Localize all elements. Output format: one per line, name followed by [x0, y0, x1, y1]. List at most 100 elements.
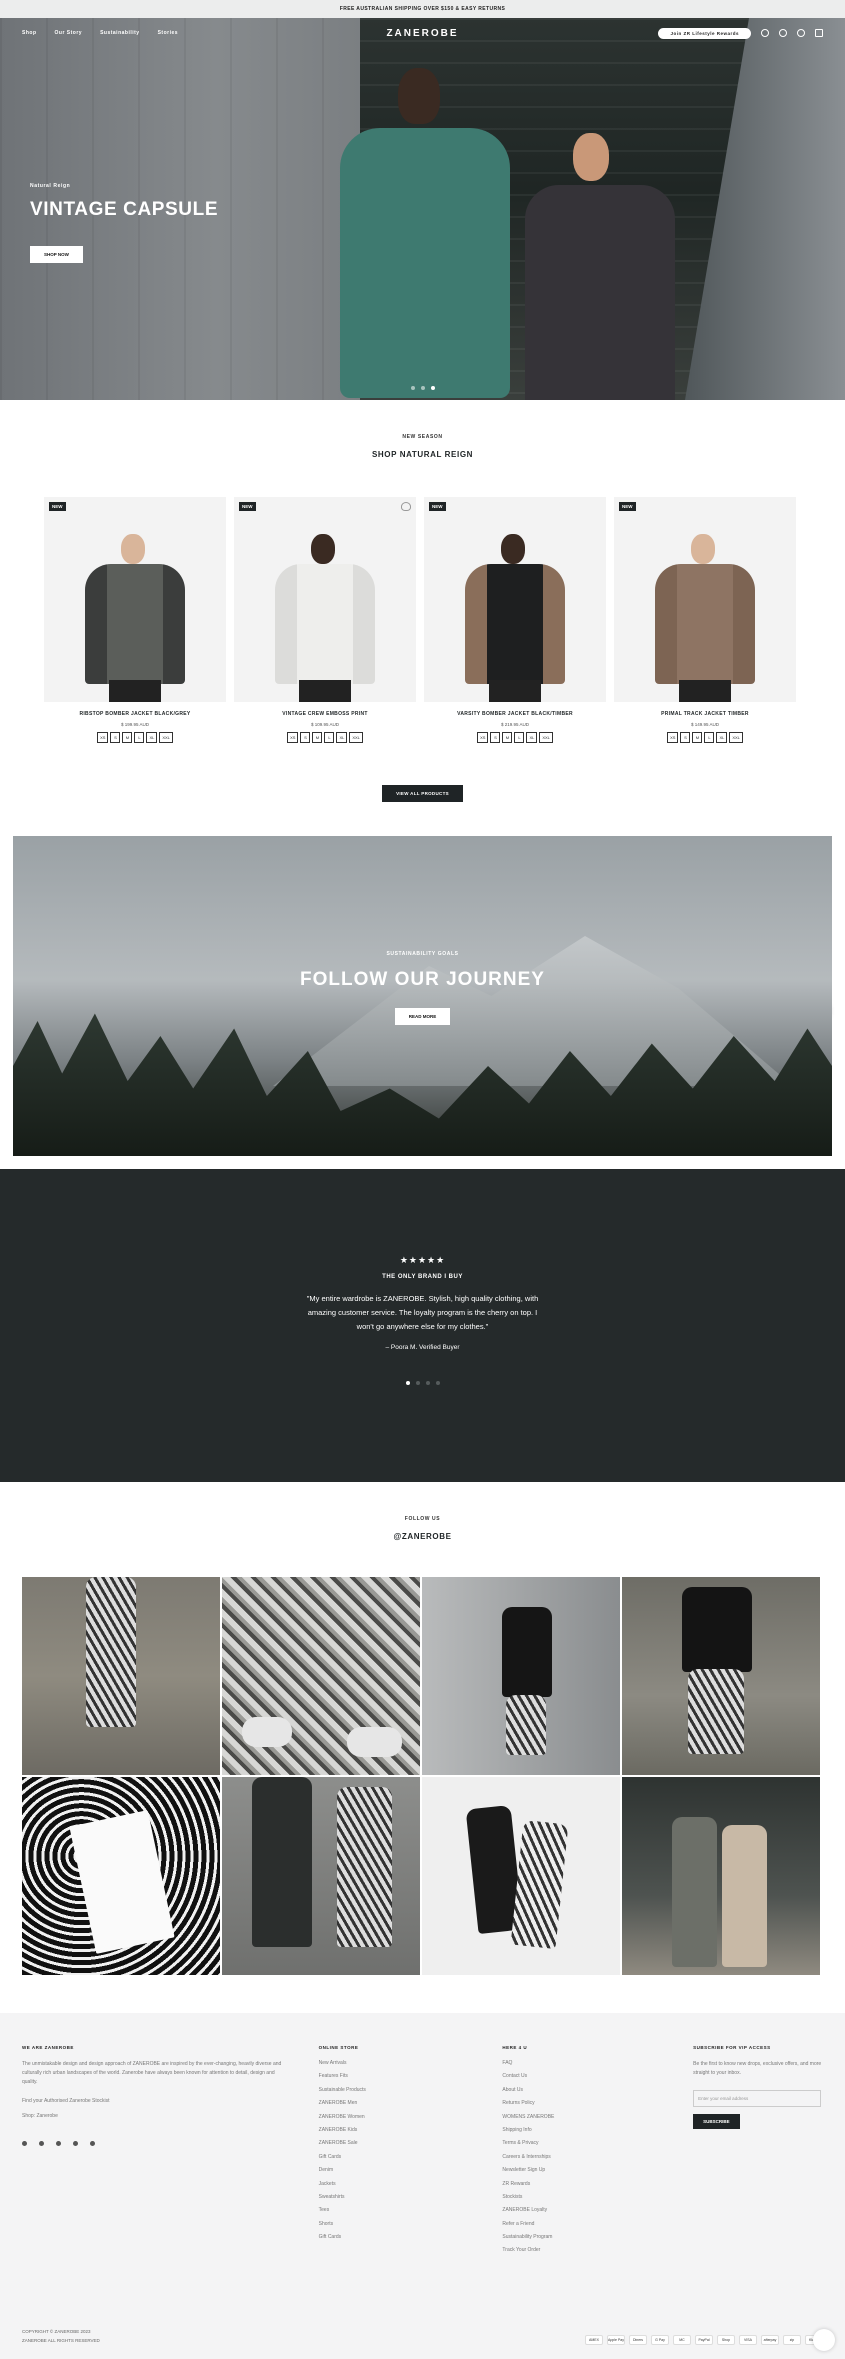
footer-link[interactable]: ZR Rewards: [502, 2181, 693, 2187]
instagram-post[interactable]: [22, 1577, 220, 1775]
footer-link[interactable]: Gift Cards: [319, 2154, 503, 2160]
size-option[interactable]: XXL: [539, 732, 553, 743]
footer-link[interactable]: Newsletter Sign Up: [502, 2167, 693, 2173]
footer-link[interactable]: Sweatshirts: [319, 2194, 503, 2200]
brand-logo[interactable]: ZANEROBE: [386, 28, 458, 39]
product-card[interactable]: NEW VINTAGE CREW EMBOSS PRINT $ 109.95 A…: [234, 497, 416, 743]
instagram-post[interactable]: [222, 1577, 420, 1775]
size-option[interactable]: M: [312, 732, 323, 743]
footer-link[interactable]: Stockists: [502, 2194, 693, 2200]
product-card[interactable]: NEW VARSITY BOMBER JACKET BLACK/TIMBER $…: [424, 497, 606, 743]
footer-link[interactable]: Jackets: [319, 2181, 503, 2187]
footer-link[interactable]: ZANEROBE Kids: [319, 2127, 503, 2133]
size-option[interactable]: XXL: [729, 732, 743, 743]
size-option[interactable]: XL: [336, 732, 348, 743]
product-image[interactable]: NEW: [44, 497, 226, 702]
search-icon[interactable]: [797, 29, 805, 37]
size-option[interactable]: M: [692, 732, 703, 743]
product-card[interactable]: NEW RIBSTOP BOMBER JACKET BLACK/GREY $ 1…: [44, 497, 226, 743]
twitter-icon[interactable]: [39, 2141, 44, 2146]
nav-link-stories[interactable]: Stories: [158, 30, 178, 36]
hero-banner[interactable]: Shop Our Story Sustainability Stories ZA…: [0, 18, 845, 400]
footer-link[interactable]: FAQ: [502, 2060, 693, 2066]
cart-icon[interactable]: [815, 29, 823, 37]
size-option[interactable]: M: [502, 732, 513, 743]
footer-link[interactable]: ZANEROBE Sale: [319, 2140, 503, 2146]
footer-link[interactable]: About Us: [502, 2087, 693, 2093]
loyalty-button[interactable]: Join ZR Lifestyle Rewards: [658, 27, 751, 39]
size-option[interactable]: L: [324, 732, 335, 743]
footer-link[interactable]: Gift Cards: [319, 2234, 503, 2240]
size-option[interactable]: XL: [716, 732, 728, 743]
size-option[interactable]: XXL: [159, 732, 173, 743]
hero-dot-active[interactable]: [430, 386, 435, 390]
testimonial-pagination[interactable]: [0, 1381, 845, 1385]
footer-link[interactable]: Denim: [319, 2167, 503, 2173]
footer-link[interactable]: Tees: [319, 2207, 503, 2213]
footer-link[interactable]: Track Your Order: [502, 2247, 693, 2253]
read-more-button[interactable]: READ MORE: [394, 1008, 451, 1025]
size-option[interactable]: L: [514, 732, 525, 743]
nav-link-sustainability[interactable]: Sustainability: [100, 30, 140, 36]
instagram-icon[interactable]: [73, 2141, 78, 2146]
footer-email[interactable]: Shop: Zanerobe: [22, 2112, 289, 2121]
size-option[interactable]: S: [300, 732, 311, 743]
footer-link[interactable]: Features Fits: [319, 2073, 503, 2079]
product-image[interactable]: NEW: [614, 497, 796, 702]
size-option[interactable]: XL: [146, 732, 158, 743]
product-card[interactable]: NEW PRIMAL TRACK JACKET TIMBER $ 149.95 …: [614, 497, 796, 743]
instagram-post[interactable]: [422, 1577, 620, 1775]
product-name[interactable]: VARSITY BOMBER JACKET BLACK/TIMBER: [424, 711, 606, 717]
size-option[interactable]: XXL: [349, 732, 363, 743]
product-name[interactable]: PRIMAL TRACK JACKET TIMBER: [614, 711, 796, 717]
instagram-post[interactable]: [622, 1577, 820, 1775]
footer-link[interactable]: ZANEROBE Loyalty: [502, 2207, 693, 2213]
footer-link[interactable]: Sustainable Products: [319, 2087, 503, 2093]
footer-link[interactable]: Shipping Info: [502, 2127, 693, 2133]
size-option[interactable]: S: [680, 732, 691, 743]
subscribe-button[interactable]: SUBSCRIBE: [693, 2114, 740, 2129]
testimonial-dot[interactable]: [435, 1381, 440, 1385]
size-option[interactable]: S: [110, 732, 121, 743]
footer-link[interactable]: ZANEROBE Women: [319, 2114, 503, 2120]
facebook-icon[interactable]: [22, 2141, 27, 2146]
size-option[interactable]: L: [134, 732, 145, 743]
size-option[interactable]: XS: [667, 732, 679, 743]
size-option[interactable]: M: [122, 732, 133, 743]
account-icon[interactable]: [779, 29, 787, 37]
nav-link-shop[interactable]: Shop: [22, 30, 37, 36]
footer-link[interactable]: New Arrivals: [319, 2060, 503, 2066]
footer-link[interactable]: Careers & Internships: [502, 2154, 693, 2160]
instagram-post[interactable]: [222, 1777, 420, 1975]
size-option[interactable]: XS: [477, 732, 489, 743]
footer-link[interactable]: WOMENS ZANEROBE: [502, 2114, 693, 2120]
wishlist-icon[interactable]: [401, 502, 411, 511]
heart-icon[interactable]: [761, 29, 769, 37]
testimonial-dot-active[interactable]: [405, 1381, 410, 1385]
nav-link-our-story[interactable]: Our Story: [55, 30, 83, 36]
hero-pagination[interactable]: [410, 386, 435, 390]
product-image[interactable]: NEW: [424, 497, 606, 702]
footer-link[interactable]: Sustainability Program: [502, 2234, 693, 2240]
footer-link[interactable]: ZANEROBE Men: [319, 2100, 503, 2106]
hero-dot[interactable]: [410, 386, 415, 390]
product-name[interactable]: VINTAGE CREW EMBOSS PRINT: [234, 711, 416, 717]
instagram-handle[interactable]: @ZANEROBE: [0, 1532, 845, 1541]
footer-link[interactable]: Refer a Friend: [502, 2221, 693, 2227]
pinterest-icon[interactable]: [56, 2141, 61, 2146]
instagram-post[interactable]: [622, 1777, 820, 1975]
product-image[interactable]: NEW: [234, 497, 416, 702]
instagram-post[interactable]: [422, 1777, 620, 1975]
size-option[interactable]: XS: [287, 732, 299, 743]
newsletter-email-input[interactable]: Enter your email address: [693, 2090, 822, 2107]
product-name[interactable]: RIBSTOP BOMBER JACKET BLACK/GREY: [44, 711, 226, 717]
instagram-post[interactable]: [22, 1777, 220, 1975]
footer-stockist-link[interactable]: Find your Authorised Zanerobe Stockist: [22, 2097, 289, 2106]
footer-link[interactable]: Returns Policy: [502, 2100, 693, 2106]
size-option[interactable]: XL: [526, 732, 538, 743]
size-option[interactable]: XS: [97, 732, 109, 743]
footer-link[interactable]: Shorts: [319, 2221, 503, 2227]
size-option[interactable]: S: [490, 732, 501, 743]
chat-widget-icon[interactable]: [813, 2329, 835, 2351]
youtube-icon[interactable]: [90, 2141, 95, 2146]
